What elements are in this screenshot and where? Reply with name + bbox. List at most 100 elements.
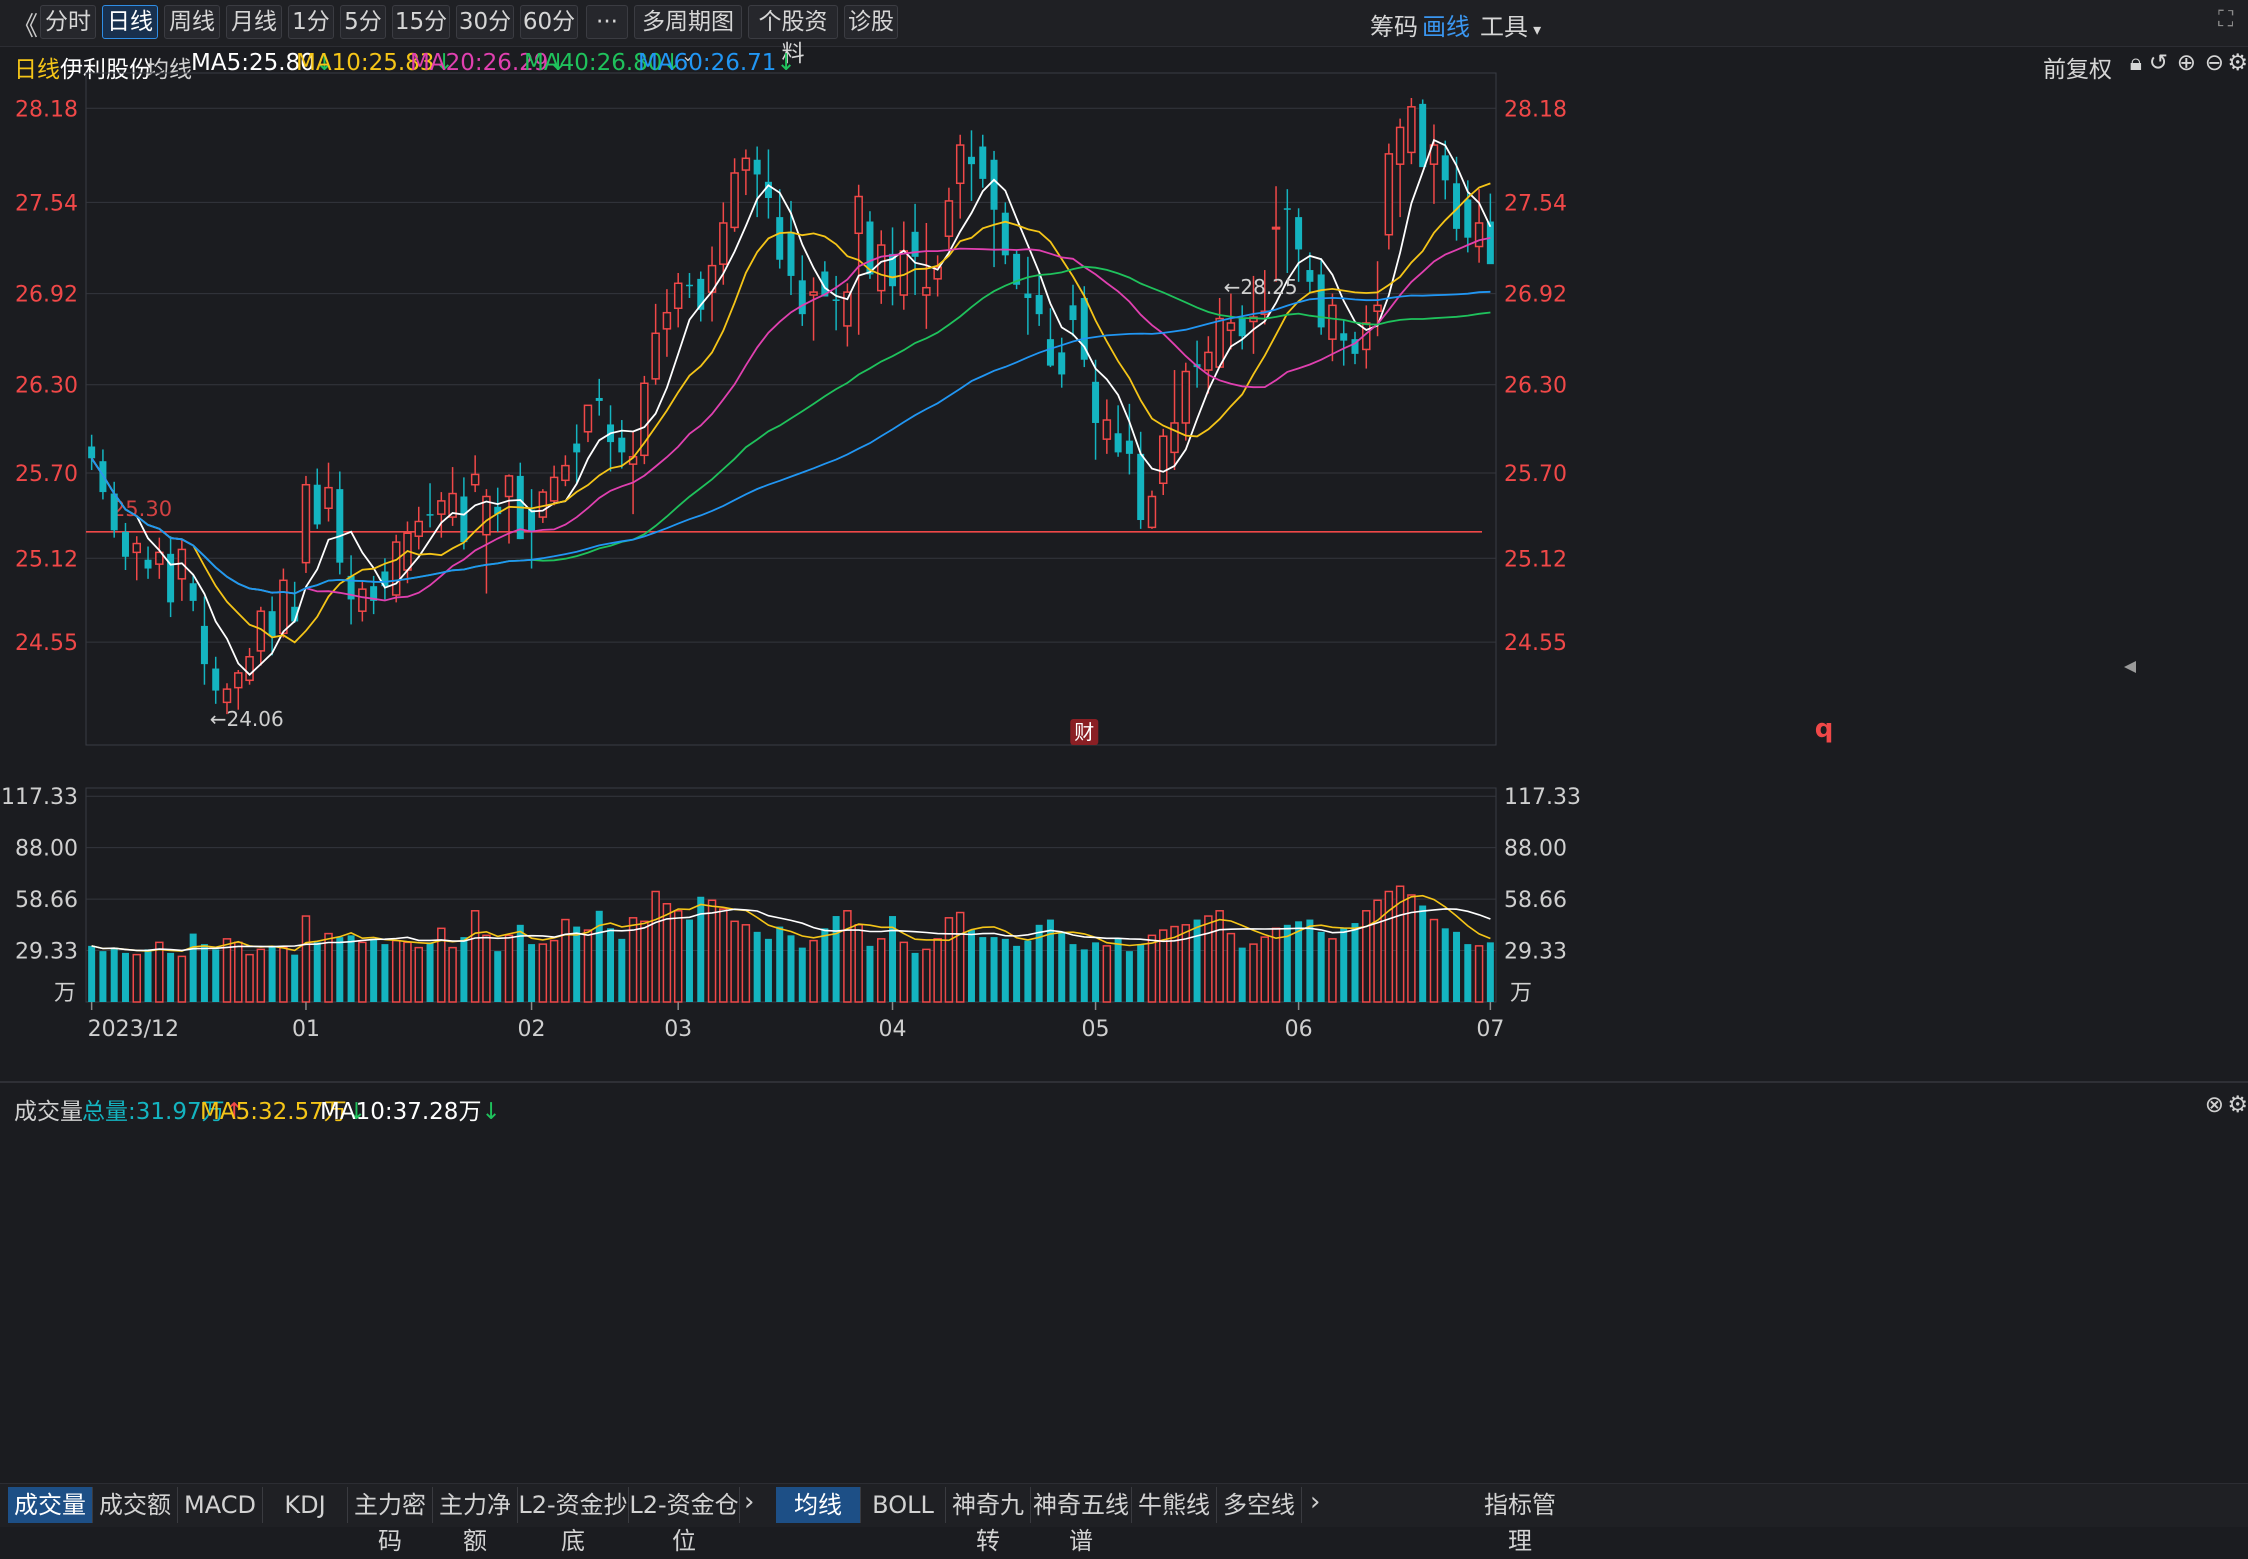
tab-kdj[interactable]: KDJ xyxy=(263,1487,348,1523)
candle-body-down xyxy=(1238,318,1246,337)
tab-main-net[interactable]: 主力净额 xyxy=(433,1487,518,1555)
candle-body-up xyxy=(1328,304,1337,340)
price-tick-right: 25.70 xyxy=(1504,462,1567,487)
volume-bar-down xyxy=(167,952,175,1002)
candle-body-up xyxy=(222,688,232,704)
volume-bar-up xyxy=(256,948,266,1003)
tab-magic-five[interactable]: 神奇五线谱 xyxy=(1031,1487,1132,1555)
ma-line-ma60 xyxy=(90,290,1491,595)
volume-bar-up xyxy=(1407,894,1416,1003)
volume-bar-down xyxy=(1080,949,1088,1002)
tab-long-short[interactable]: 多空线 xyxy=(1217,1487,1302,1523)
candle-body-up xyxy=(854,195,863,235)
volume-bar-up xyxy=(944,917,954,1003)
tab-magic-nine[interactable]: 神奇九转 xyxy=(946,1487,1031,1555)
tab-boll[interactable]: BOLL xyxy=(861,1487,946,1523)
volume-bar-down xyxy=(821,928,829,1002)
volume-bar-down xyxy=(798,947,806,1002)
candle-body-down xyxy=(121,531,129,557)
volume-bar-down xyxy=(967,930,975,1002)
candle-body-down xyxy=(200,625,208,665)
volume-bar-up xyxy=(448,946,457,1003)
volume-bar-down xyxy=(1419,905,1427,1002)
candle-body-down xyxy=(1024,293,1032,298)
volume-bar-down xyxy=(1114,938,1122,1002)
volume-bar-up xyxy=(279,946,288,1003)
indicator-manage-button[interactable]: 指标管理 xyxy=(1478,1487,1562,1555)
volume-bar-up xyxy=(1260,936,1270,1003)
tab-ma[interactable]: 均线 xyxy=(776,1487,861,1523)
candle-body-down xyxy=(1125,440,1133,454)
volume-bar-up xyxy=(324,932,333,1003)
volume-bar-up xyxy=(1215,910,1224,1003)
tab-macd[interactable]: MACD xyxy=(178,1487,263,1523)
candle-body-down xyxy=(595,397,603,401)
x-axis-label: 06 xyxy=(1285,1017,1313,1042)
volume-bar-down xyxy=(347,935,355,1002)
candle-body-down xyxy=(189,583,197,601)
candle-body-up xyxy=(1474,222,1484,248)
volume-bar-down xyxy=(1317,931,1325,1002)
candle-body-up xyxy=(1373,304,1382,312)
volume-bar-up xyxy=(1226,932,1236,1003)
candle-body-up xyxy=(1102,419,1112,440)
candle-body-up xyxy=(1384,153,1394,236)
volume-unit-left: 万 xyxy=(54,981,76,1006)
price-tick-left: 26.30 xyxy=(15,374,78,399)
volume-bar-down xyxy=(764,938,772,1002)
tab-volume[interactable]: 成交量 xyxy=(8,1487,93,1523)
candle-body-up xyxy=(470,473,480,486)
candle-body-down xyxy=(1295,217,1303,250)
volume-bar-down xyxy=(1046,919,1054,1002)
chevron-right-icon[interactable]: › xyxy=(1310,1487,1320,1517)
tab-l2-bottom[interactable]: L2-资金抄底 xyxy=(518,1487,629,1555)
volume-tick-left: 88.00 xyxy=(15,837,78,862)
price-tick-left: 28.18 xyxy=(15,97,78,122)
tab-turnover[interactable]: 成交额 xyxy=(93,1487,178,1523)
chevron-right-icon[interactable]: › xyxy=(744,1487,754,1517)
volume-bar-down xyxy=(1013,945,1021,1002)
volume-bar-down xyxy=(1295,921,1303,1002)
volume-bar-up xyxy=(234,941,243,1003)
tab-main-force-code[interactable]: 主力密码 xyxy=(348,1487,433,1555)
x-axis-label: 2023/12 xyxy=(88,1017,179,1042)
volume-bar-down xyxy=(1453,931,1461,1002)
volume-bar-down xyxy=(1058,931,1066,1002)
candle-body-down xyxy=(1035,295,1043,315)
volume-bar-up xyxy=(358,941,367,1003)
volume-bar-up xyxy=(741,924,751,1003)
candle-body-up xyxy=(741,157,751,171)
volume-bar-up xyxy=(177,955,187,1003)
volume-bar-up xyxy=(719,908,728,1003)
price-tick-right: 26.30 xyxy=(1504,374,1567,399)
volume-bar-up xyxy=(1429,918,1439,1003)
candle-body-down xyxy=(787,231,795,276)
tab-l2-position[interactable]: L2-资金仓位 xyxy=(629,1487,740,1555)
candle-body-down xyxy=(426,514,434,516)
candle-body-up xyxy=(583,404,593,433)
volume-bar-up xyxy=(132,953,142,1003)
volume-bar-up xyxy=(854,924,863,1003)
volume-bar-down xyxy=(1464,944,1472,1002)
volume-bar-up xyxy=(809,939,818,1003)
volume-tick-right: 29.33 xyxy=(1504,940,1567,965)
kline-chart[interactable]: 28.18 28.18 27.54 27.54 26.92 26.92 26.30 26.30… xyxy=(0,0,2248,1483)
candle-body-up xyxy=(391,541,401,596)
volume-bar-up xyxy=(549,939,559,1003)
volume-bar-up xyxy=(470,910,480,1003)
price-tick-left: 25.12 xyxy=(15,547,78,572)
volume-bar-down xyxy=(313,942,321,1002)
candle-body-up xyxy=(1215,317,1224,368)
volume-bar-down xyxy=(832,916,840,1002)
volume-bar-down xyxy=(753,931,761,1002)
volume-bar-down xyxy=(528,944,536,1002)
candle-body-up xyxy=(1147,495,1157,529)
candle-body-down xyxy=(618,437,626,453)
candle-body-up xyxy=(279,579,288,634)
candle-body-up xyxy=(719,222,728,265)
volume-bar-down xyxy=(494,951,502,1002)
volume-bar-down xyxy=(618,938,626,1002)
candle-body-up xyxy=(1158,435,1168,485)
candle-body-down xyxy=(1464,199,1472,238)
tab-bull-bear[interactable]: 牛熊线 xyxy=(1132,1487,1217,1523)
